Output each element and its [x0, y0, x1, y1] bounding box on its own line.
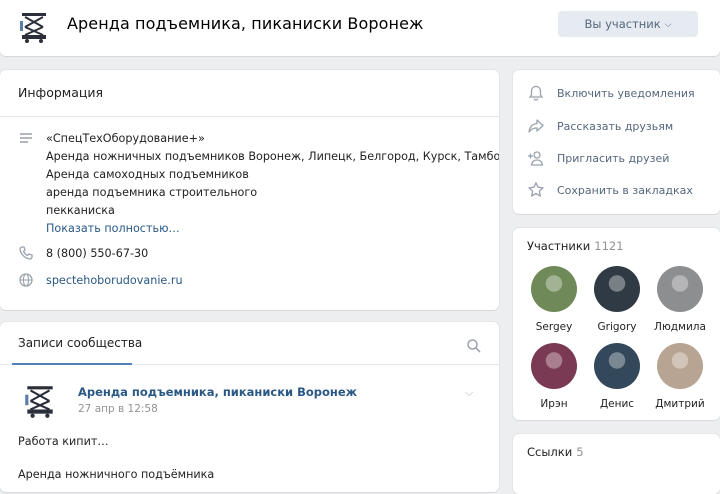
member-name[interactable]: Дмитрий — [647, 398, 713, 410]
divider — [0, 116, 499, 117]
save-bookmark-action[interactable]: Сохранить в закладках — [527, 181, 693, 199]
avatar[interactable] — [594, 343, 640, 389]
phone-icon — [18, 245, 46, 265]
avatar[interactable] — [657, 266, 703, 312]
description-line: Аренда ножничных подъемников Воронеж, Ли… — [46, 150, 499, 163]
chevron-down-icon: ⌵ — [664, 19, 672, 30]
member-item[interactable]: Sergey — [521, 266, 587, 333]
members-header[interactable]: Участники 1121 — [527, 239, 624, 253]
member-name[interactable]: Sergey — [521, 321, 587, 333]
post-text: Работа кипит… — [18, 435, 109, 448]
bell-icon — [527, 84, 557, 102]
description-text: «СпецТехОборудование+» Аренда ножничных … — [46, 130, 499, 238]
avatar[interactable] — [657, 343, 703, 389]
post-author-avatar[interactable] — [25, 382, 55, 420]
info-title: Информация — [18, 85, 104, 100]
member-item[interactable]: Денис — [584, 343, 650, 410]
invite-friends-action[interactable]: Пригласить друзей — [527, 149, 669, 167]
member-item[interactable]: Дмитрий — [647, 343, 713, 410]
avatar[interactable] — [531, 343, 577, 389]
links-header[interactable]: Ссылки 5 — [527, 445, 584, 459]
description-line: пекканиска — [46, 204, 115, 217]
member-status-label: Вы участник — [584, 17, 661, 31]
member-name[interactable]: Денис — [584, 398, 650, 410]
members-title: Участники — [527, 239, 591, 253]
description-line: аренда подъемника строительного — [46, 186, 258, 199]
posts-card: Записи сообщества Аренда подъемника, пик… — [0, 322, 499, 492]
action-label: Пригласить друзей — [557, 151, 670, 165]
post-text: Аренда ножничного подъёмника — [18, 468, 215, 481]
phone-row: 8 (800) 550-67-30 — [18, 245, 489, 265]
member-name[interactable]: Людмила — [647, 321, 713, 333]
avatar[interactable] — [531, 266, 577, 312]
links-card: Ссылки 5 — [513, 434, 720, 494]
group-logo-icon[interactable] — [20, 9, 48, 45]
add-user-icon — [527, 149, 557, 167]
post-date[interactable]: 27 апр в 12:58 — [78, 403, 158, 415]
avatar[interactable] — [594, 266, 640, 312]
description-line: Аренда самоходных подъемников — [46, 168, 249, 181]
action-label: Сохранить в закладках — [557, 183, 693, 197]
member-item[interactable]: Grigory — [584, 266, 650, 333]
tab-community-posts[interactable]: Записи сообщества — [18, 336, 142, 350]
action-label: Рассказать друзьям — [557, 119, 674, 133]
group-header: Аренда подъемника, пиканиски Воронеж Вы … — [0, 0, 720, 56]
member-item[interactable]: Ирэн — [521, 343, 587, 410]
post-author-name[interactable]: Аренда подъемника, пиканиски Воронеж — [78, 385, 357, 399]
members-card: Участники 1121 Sergey Grigory Людмила Ирэ… — [513, 228, 720, 420]
enable-notifications-action[interactable]: Включить уведомления — [527, 84, 695, 102]
action-label: Включить уведомления — [557, 86, 695, 100]
chevron-down-icon[interactable]: ⌵ — [465, 386, 473, 400]
text-lines-icon — [18, 130, 46, 238]
member-item[interactable]: Людмила — [647, 266, 713, 333]
phone-number[interactable]: 8 (800) 550-67-30 — [46, 245, 148, 265]
info-card: Информация «СпецТехОборудование+» Аренда… — [0, 70, 499, 310]
member-name[interactable]: Grigory — [584, 321, 650, 333]
share-icon — [527, 117, 557, 135]
star-icon — [527, 181, 557, 199]
group-title: Аренда подъемника, пиканиски Воронеж — [67, 14, 424, 33]
website-row: spectehoborudovanie.ru — [18, 272, 489, 292]
actions-card: Включить уведомления Рассказать друзьям … — [513, 70, 720, 214]
description-line: «СпецТехОборудование+» — [46, 132, 205, 145]
active-tab-indicator — [12, 363, 132, 365]
show-more-link[interactable]: Показать полностью… — [46, 220, 499, 238]
globe-icon — [18, 272, 46, 292]
website-link[interactable]: spectehoborudovanie.ru — [46, 272, 183, 292]
member-status-button[interactable]: Вы участник ⌵ — [558, 11, 698, 37]
tell-friends-action[interactable]: Рассказать друзьям — [527, 117, 673, 135]
search-icon[interactable] — [466, 338, 482, 358]
links-count: 5 — [576, 445, 584, 459]
links-title: Ссылки — [527, 445, 573, 459]
member-name[interactable]: Ирэн — [521, 398, 587, 410]
description-row: «СпецТехОборудование+» Аренда ножничных … — [18, 130, 499, 238]
members-count: 1121 — [594, 239, 624, 253]
